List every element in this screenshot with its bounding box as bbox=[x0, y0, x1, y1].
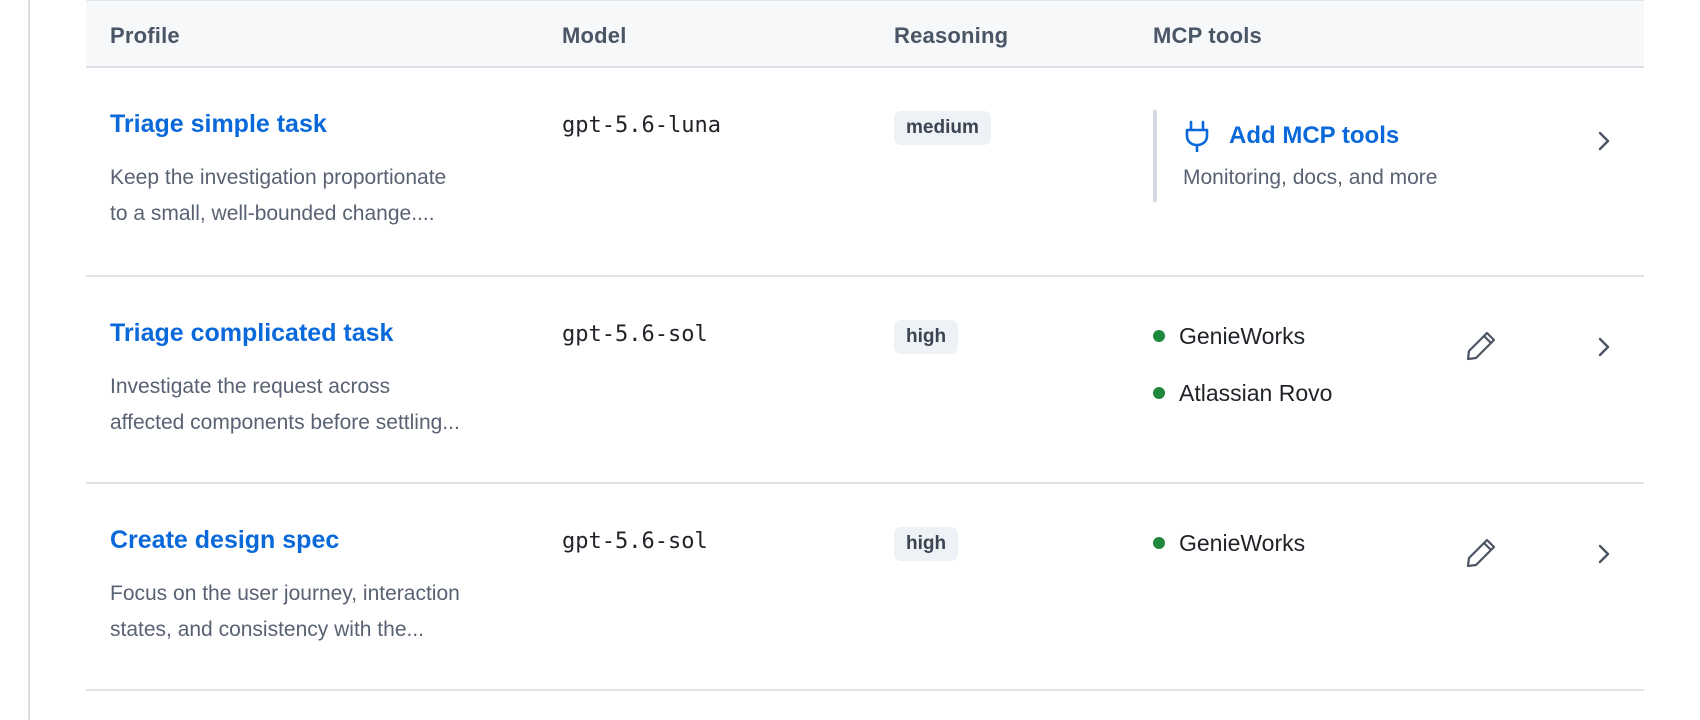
reasoning-badge: high bbox=[894, 527, 959, 561]
header-profile: Profile bbox=[110, 23, 180, 48]
chevron-right-icon[interactable] bbox=[1594, 539, 1614, 569]
pencil-icon[interactable] bbox=[1464, 536, 1498, 570]
profile-title-link[interactable]: Create design spec bbox=[110, 526, 339, 555]
reasoning-badge: medium bbox=[894, 111, 991, 145]
mcp-tool-item: Atlassian Rovo bbox=[1153, 378, 1332, 408]
mcp-tool-item: GenieWorks bbox=[1153, 528, 1305, 558]
mcp-tool-name: GenieWorks bbox=[1179, 322, 1306, 349]
pencil-icon[interactable] bbox=[1464, 329, 1498, 363]
status-dot bbox=[1153, 330, 1165, 342]
description-line: states, and consistency with the... bbox=[110, 618, 424, 641]
reasoning-badge: high bbox=[894, 320, 959, 354]
add-mcp-tools-panel: Add MCP tools Monitoring, docs, and more bbox=[1153, 110, 1437, 202]
model-name: gpt-5.6-luna bbox=[562, 113, 721, 138]
mcp-tool-item: GenieWorks bbox=[1153, 321, 1332, 351]
profile-description: Keep the investigation proportionate to … bbox=[110, 160, 530, 232]
table-row[interactable]: Triage simple task Keep the investigatio… bbox=[86, 68, 1644, 277]
model-name: gpt-5.6-sol bbox=[562, 529, 708, 554]
profiles-table: Profile Model Reasoning MCP tools Triage… bbox=[86, 0, 1644, 691]
profile-description: Focus on the user journey, interaction s… bbox=[110, 576, 530, 648]
left-divider bbox=[28, 0, 30, 720]
table-row[interactable]: Create design spec Focus on the user jou… bbox=[86, 484, 1644, 691]
description-line: affected components before settling... bbox=[110, 411, 460, 434]
description-line: to a small, well-bounded change.... bbox=[110, 202, 435, 225]
description-line: Focus on the user journey, interaction bbox=[110, 582, 460, 605]
header-model: Model bbox=[562, 23, 627, 48]
description-line: Keep the investigation proportionate bbox=[110, 166, 447, 189]
mcp-tool-name: Atlassian Rovo bbox=[1179, 379, 1333, 406]
profile-description: Investigate the request across affected … bbox=[110, 369, 530, 441]
status-dot bbox=[1153, 387, 1165, 399]
profile-title-link[interactable]: Triage simple task bbox=[110, 110, 327, 139]
description-line: Investigate the request across bbox=[110, 375, 391, 398]
add-mcp-tools-subtext: Monitoring, docs, and more bbox=[1183, 166, 1438, 189]
header-reasoning: Reasoning bbox=[894, 23, 1009, 48]
chevron-right-icon[interactable] bbox=[1594, 332, 1614, 362]
mcp-tools-list: GenieWorks Atlassian Rovo bbox=[1153, 321, 1332, 435]
status-dot bbox=[1153, 537, 1165, 549]
table-row[interactable]: Triage complicated task Investigate the … bbox=[86, 277, 1644, 484]
table-header: Profile Model Reasoning MCP tools bbox=[86, 0, 1644, 68]
header-mcp-tools: MCP tools bbox=[1153, 23, 1262, 48]
model-name: gpt-5.6-sol bbox=[562, 322, 708, 347]
add-mcp-tools-button[interactable]: Add MCP tools bbox=[1183, 120, 1437, 152]
plug-icon bbox=[1185, 120, 1209, 152]
mcp-tool-name: GenieWorks bbox=[1179, 529, 1306, 556]
add-mcp-tools-label: Add MCP tools bbox=[1229, 122, 1400, 149]
mcp-tools-list: GenieWorks bbox=[1153, 528, 1305, 585]
chevron-right-icon[interactable] bbox=[1594, 126, 1614, 156]
profile-title-link[interactable]: Triage complicated task bbox=[110, 319, 393, 348]
profiles-page: Profile Model Reasoning MCP tools Triage… bbox=[0, 0, 1700, 720]
